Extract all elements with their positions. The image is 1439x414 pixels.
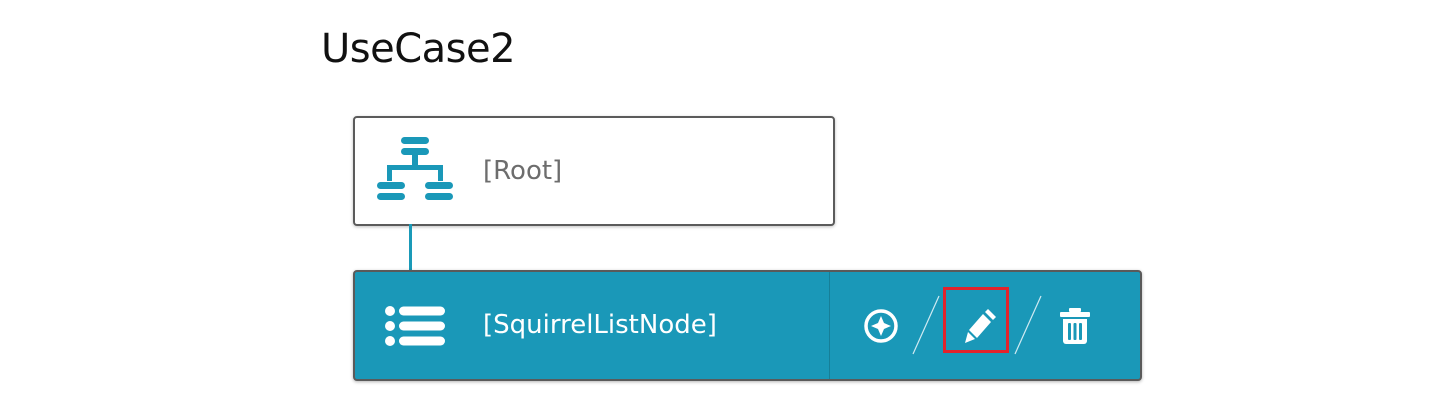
compass-icon[interactable] bbox=[863, 308, 899, 344]
edit-highlight-box bbox=[943, 287, 1009, 353]
tree-connector bbox=[409, 224, 412, 272]
page: UseCase2 [Root] [SquirrelListNode] bbox=[0, 0, 1439, 414]
separator-slash bbox=[1014, 295, 1042, 355]
actions-divider bbox=[829, 272, 830, 379]
tree-node-squirrel-list[interactable]: [SquirrelListNode] bbox=[353, 270, 1142, 381]
separator-slash bbox=[912, 295, 940, 355]
tree-node-root[interactable]: [Root] bbox=[353, 116, 835, 226]
list-icon bbox=[385, 306, 445, 346]
trash-icon[interactable] bbox=[1058, 308, 1092, 344]
node-label-squirrel-list: [SquirrelListNode] bbox=[483, 310, 717, 340]
page-title: UseCase2 bbox=[321, 26, 516, 72]
node-label-root: [Root] bbox=[483, 156, 563, 186]
sitemap-icon bbox=[377, 137, 453, 200]
